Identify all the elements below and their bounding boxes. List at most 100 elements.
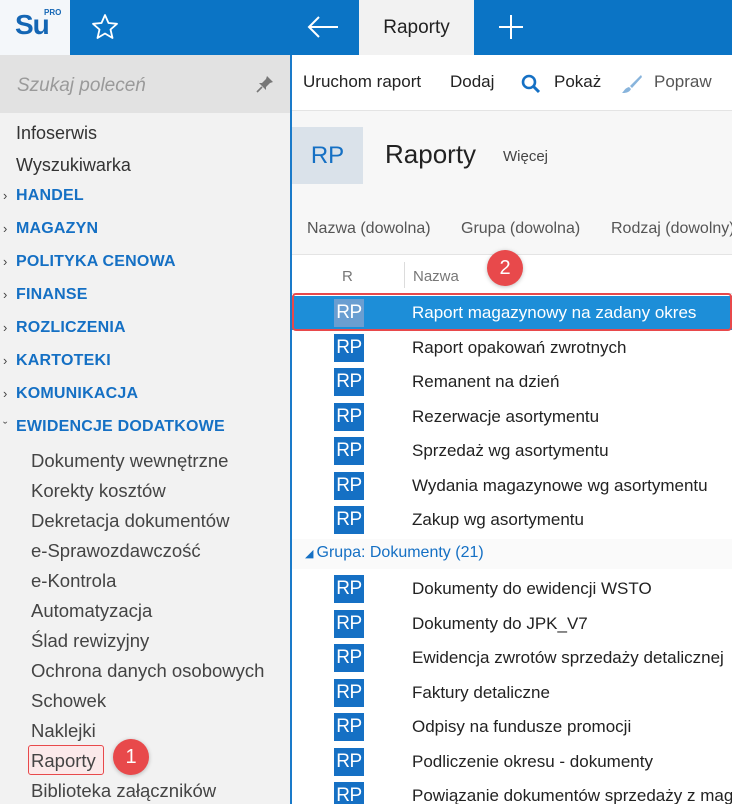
search-icon[interactable] [521, 74, 541, 94]
sidebar-subitem-raporty[interactable]: Raporty [31, 750, 96, 772]
row-name: Dokumenty do ewidencji WSTO [412, 579, 652, 598]
grid-header: R Nazwa 2 [292, 250, 732, 294]
chevron-right-icon: › [3, 188, 8, 203]
sidebar-item-infoserwis[interactable]: Infoserwis [16, 123, 97, 144]
back-arrow-icon[interactable] [305, 12, 341, 42]
command-search[interactable]: Szukaj poleceń [0, 55, 290, 113]
page-title: Raporty [385, 139, 477, 169]
table-row[interactable]: RP Zakup wg asortymentu [292, 503, 732, 537]
row-name: Raport opakowań zwrotnych [412, 338, 627, 357]
chevron-right-icon: › [3, 254, 8, 269]
logo-superscript: PRO [44, 8, 62, 17]
report-list: RP Raport magazynowy na zadany okres RP … [292, 296, 732, 804]
table-row[interactable]: RP Faktury detaliczne [292, 676, 732, 710]
sidebar-item-wyszukiwarka[interactable]: Wyszukiwarka [16, 155, 131, 176]
brush-icon[interactable] [621, 74, 643, 94]
sidebar-category-polityka-cenowa[interactable]: › POLITYKA CENOWA [3, 253, 176, 271]
filter-rodzaj[interactable]: Rodzaj (dowolny) [611, 220, 732, 238]
search-input[interactable]: Szukaj poleceń [17, 75, 146, 97]
report-icon: RP [334, 748, 364, 776]
chevron-down-icon: ˇ [3, 419, 8, 434]
step-badge-2: 2 [487, 250, 523, 286]
table-row[interactable]: RP Remanent na dzień [292, 365, 732, 399]
table-row[interactable]: RP Rezerwacje asortymentu [292, 400, 732, 434]
table-row[interactable]: RP Sprzedaż wg asortymentu [292, 434, 732, 468]
row-name: Faktury detaliczne [412, 683, 550, 702]
column-separator [404, 262, 405, 288]
sidebar-subitem-slad-rewizyjny[interactable]: Ślad rewizyjny [31, 630, 149, 652]
report-icon: RP [334, 610, 364, 638]
row-name: Wydania magazynowe wg asortymentu [412, 476, 708, 495]
chevron-right-icon: › [3, 320, 8, 335]
sidebar-subitem-e-kontrola[interactable]: e-Kontrola [31, 570, 116, 592]
sidebar-category-finanse[interactable]: › FINANSE [3, 286, 88, 304]
show-button[interactable]: Pokaż [554, 72, 601, 92]
sidebar-category-ewidencje-dodatkowe[interactable]: ˇ EWIDENCJE DODATKOWE [3, 418, 225, 436]
table-row[interactable]: RP Dokumenty do ewidencji WSTO [292, 572, 732, 606]
sidebar-subitem-dokumenty-wewnetrzne[interactable]: Dokumenty wewnętrzne [31, 450, 228, 472]
pin-icon[interactable] [256, 75, 274, 93]
report-icon: RP [334, 782, 364, 804]
row-name: Odpisy na fundusze promocji [412, 717, 632, 736]
sidebar-category-handel[interactable]: › HANDEL [3, 187, 84, 205]
row-name: Dokumenty do JPK_V7 [412, 614, 588, 633]
app-logo[interactable]: Su PRO [0, 0, 70, 55]
report-icon: RP [334, 506, 364, 534]
highlight-selected-row [292, 293, 732, 331]
sidebar-category-rozliczenia[interactable]: › ROZLICZENIA [3, 319, 126, 337]
report-icon: RP [334, 403, 364, 431]
group-header[interactable]: ◢ Grupa: Dokumenty (21) [292, 539, 732, 569]
filter-nazwa[interactable]: Nazwa (dowolna) [307, 220, 431, 238]
filter-grupa[interactable]: Grupa (dowolna) [461, 220, 580, 238]
toolbar: Uruchom raport Dodaj Pokaż Popraw [292, 55, 732, 111]
table-row[interactable]: RP Powiązanie dokumentów sprzedaży z mag… [292, 779, 732, 804]
run-report-button[interactable]: Uruchom raport [303, 72, 421, 92]
chevron-right-icon: › [3, 221, 8, 236]
module-logo: RP [292, 127, 363, 184]
sidebar-subitem-e-sprawozdawczosc[interactable]: e-Sprawozdawczość [31, 540, 201, 562]
chevron-right-icon: › [3, 386, 8, 401]
table-row[interactable]: RP Odpisy na fundusze promocji [292, 710, 732, 744]
row-name: Remanent na dzień [412, 372, 560, 391]
report-icon: RP [334, 368, 364, 396]
step-badge-1: 1 [113, 739, 149, 775]
report-icon: RP [334, 679, 364, 707]
table-row[interactable]: RP Wydania magazynowe wg asortymentu [292, 469, 732, 503]
chevron-right-icon: › [3, 287, 8, 302]
add-button[interactable]: Dodaj [450, 72, 494, 92]
row-name: Sprzedaż wg asortymentu [412, 441, 609, 460]
sidebar-category-magazyn[interactable]: › MAGAZYN [3, 220, 98, 238]
tab-raporty[interactable]: Raporty [359, 0, 474, 55]
row-name: Podliczenie okresu - dokumenty [412, 752, 653, 771]
report-icon: RP [334, 437, 364, 465]
sidebar: Szukaj poleceń Infoserwis Wyszukiwarka ›… [0, 55, 290, 804]
sidebar-subitem-korekty-kosztow[interactable]: Korekty kosztów [31, 480, 166, 502]
sidebar-subitem-automatyzacja[interactable]: Automatyzacja [31, 600, 152, 622]
sidebar-subitem-schowek[interactable]: Schowek [31, 690, 106, 712]
table-row[interactable]: RP Raport opakowań zwrotnych [292, 331, 732, 365]
sidebar-subitem-dekretacja-dokumentow[interactable]: Dekretacja dokumentów [31, 510, 229, 532]
table-row[interactable]: RP Ewidencja zwrotów sprzedaży detaliczn… [292, 641, 732, 675]
row-name: Zakup wg asortymentu [412, 510, 584, 529]
column-header-nazwa[interactable]: Nazwa [413, 268, 459, 285]
plus-icon[interactable] [496, 12, 526, 42]
filter-bar: Nazwa (dowolna) Grupa (dowolna) Rodzaj (… [292, 205, 732, 255]
report-icon: RP [334, 575, 364, 603]
report-icon: RP [334, 713, 364, 741]
sidebar-subitem-naklejki[interactable]: Naklejki [31, 720, 96, 742]
sidebar-category-kartoteki[interactable]: › KARTOTEKI [3, 352, 111, 370]
table-row[interactable]: RP Podliczenie okresu - dokumenty [292, 745, 732, 779]
row-name: Ewidencja zwrotów sprzedaży detalicznej [412, 648, 724, 667]
sidebar-category-komunikacja[interactable]: › KOMUNIKACJA [3, 385, 138, 403]
sidebar-subitem-biblioteka-zalacznikow[interactable]: Biblioteka załączników [31, 780, 216, 802]
row-name: Rezerwacje asortymentu [412, 407, 600, 426]
more-link[interactable]: Więcej [503, 148, 548, 165]
sidebar-subitem-ochrona-danych-osobowych[interactable]: Ochrona danych osobowych [31, 660, 264, 682]
edit-button[interactable]: Popraw [654, 72, 712, 92]
column-header-r[interactable]: R [342, 268, 353, 285]
collapse-triangle-icon: ◢ [305, 548, 317, 560]
star-icon[interactable] [90, 12, 120, 42]
table-row[interactable]: RP Dokumenty do JPK_V7 [292, 607, 732, 641]
report-icon: RP [334, 472, 364, 500]
chevron-right-icon: › [3, 353, 8, 368]
